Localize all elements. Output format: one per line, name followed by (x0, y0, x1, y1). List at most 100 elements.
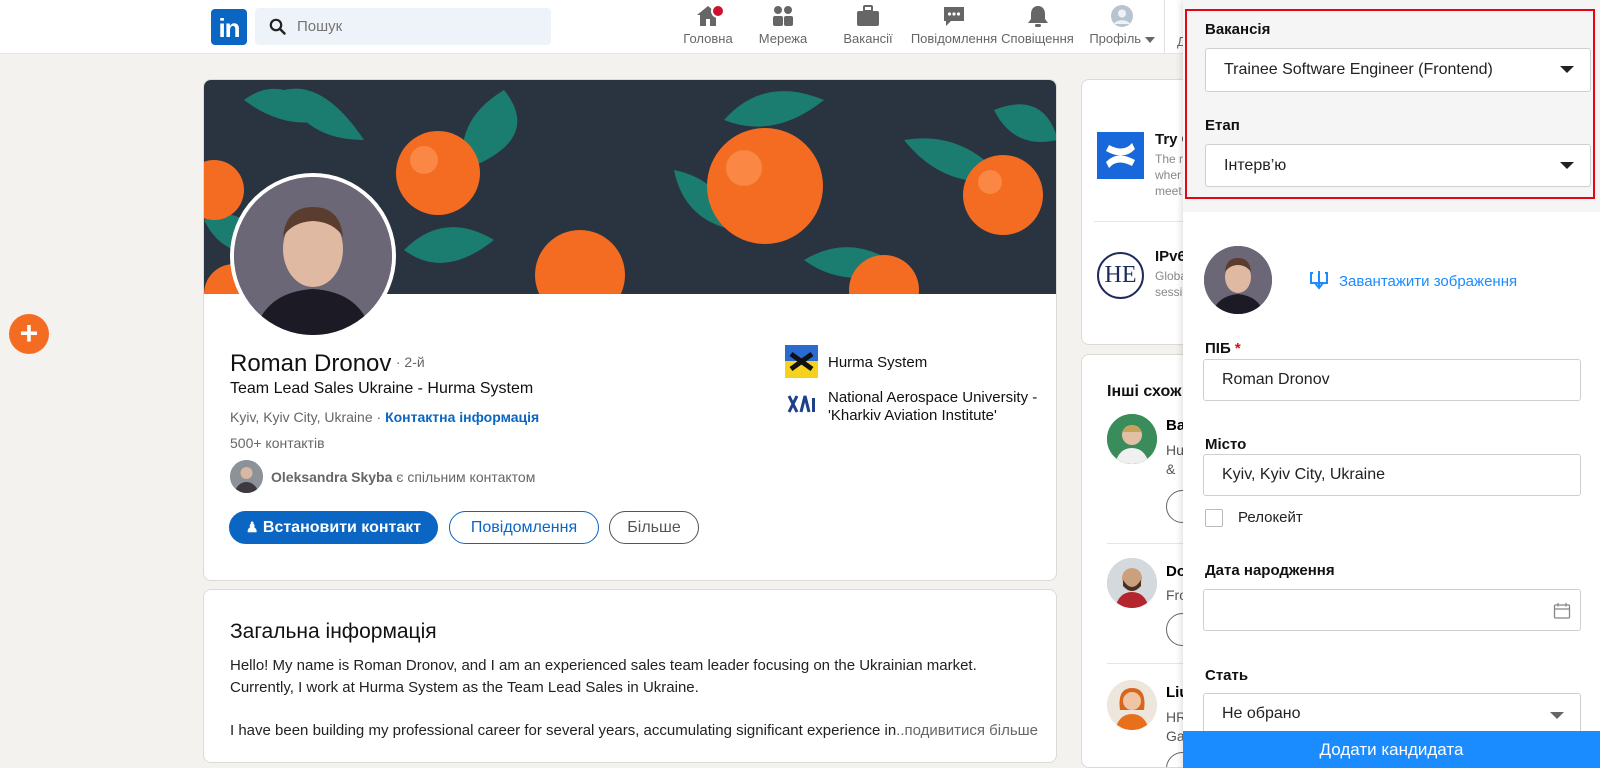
plus-icon: + (19, 315, 39, 351)
nav-messaging-label: Повідомлення (910, 31, 998, 46)
similar-3-photo (1107, 680, 1157, 730)
confluence-icon (1106, 143, 1135, 168)
search-input[interactable] (297, 8, 537, 45)
nav-notifications[interactable]: Сповіщення (1000, 4, 1075, 52)
profile-photo[interactable] (230, 173, 396, 339)
mutual-contact-name: Oleksandra Skyba (271, 469, 393, 485)
relocate-checkbox[interactable] (1205, 509, 1223, 527)
mutual-contact-avatar[interactable] (230, 460, 263, 493)
similar-3-avatar[interactable] (1107, 680, 1157, 730)
add-candidate-button[interactable]: Додати кандидата (1183, 731, 1600, 768)
profile-name: Roman Dronov (230, 350, 392, 377)
company-hurma[interactable]: Hurma System (828, 354, 927, 371)
nav-home-label: Головна (683, 31, 733, 46)
stage-select-value: Інтерв’ю (1224, 157, 1287, 174)
ipv6-logo-mark: HE (1104, 262, 1137, 288)
connect-button[interactable]: ♟ Встановити контакт (229, 511, 438, 544)
upload-image-button[interactable]: Завантажити зображення (1309, 269, 1517, 291)
about-card: Загальна інформація Hello! My name is Ro… (203, 589, 1057, 763)
similar-2-avatar[interactable] (1107, 558, 1157, 608)
mutual-contact-photo (230, 460, 263, 493)
notification-dot (711, 4, 725, 18)
nav-messaging[interactable]: Повідомлення (908, 4, 1000, 52)
calendar-icon[interactable] (1553, 602, 1571, 620)
about-paragraph-1: Hello! My name is Roman Dronov, and I am… (230, 657, 977, 696)
gender-label: Стать (1205, 667, 1249, 684)
name-input[interactable]: Roman Dronov (1203, 359, 1581, 401)
about-title: Загальна інформація (230, 620, 437, 643)
hurma-logo-mark (785, 345, 818, 378)
see-more-link[interactable]: ...подивитися більше (892, 720, 1038, 742)
profile-location-row: Kyiv, Kyiv City, Ukraine · Контактна інф… (230, 409, 539, 425)
university-logo-mark (787, 395, 815, 413)
vacancy-select-value: Trainee Software Engineer (Frontend) (1224, 61, 1493, 78)
city-label: Місто (1205, 436, 1247, 453)
mutual-contact-text[interactable]: Oleksandra Skyba є спільним контактом (271, 469, 535, 485)
vacancy-dropdown-icon (1560, 66, 1574, 73)
connections-count[interactable]: 500+ контактів (230, 435, 325, 451)
city-input[interactable]: Kyiv, Kyiv City, Ukraine (1203, 454, 1581, 496)
upload-image-label: Завантажити зображення (1339, 273, 1518, 290)
briefcase-icon (857, 5, 879, 26)
profile-name-row: Roman Dronov · 2-й (230, 350, 425, 378)
university-logo[interactable] (787, 392, 817, 418)
stage-dropdown-icon (1560, 162, 1574, 169)
nav-network-label: Мережа (758, 31, 808, 46)
nav-home[interactable]: Головна (673, 4, 743, 52)
more-button[interactable]: Більше (609, 511, 699, 544)
relocate-label: Релокейт (1238, 509, 1303, 526)
candidate-photo (1204, 246, 1272, 314)
add-person-icon: ♟ (245, 519, 259, 535)
download-icon (1310, 271, 1328, 290)
nav-profile-label: Профіль (1082, 31, 1162, 46)
name-label: ПІБ * (1205, 340, 1241, 357)
vacancy-label: Вакансія (1205, 21, 1271, 38)
linkedin-logo[interactable]: in (211, 9, 247, 45)
profile-card: Roman Dronov · 2-й Team Lead Sales Ukrai… (203, 79, 1057, 581)
profile-photo-image (234, 177, 392, 335)
similar-1-avatar[interactable] (1107, 414, 1157, 464)
candidate-photo-image (1204, 246, 1272, 314)
nav-jobs-label: Вакансії (843, 31, 893, 46)
ipv6-logo[interactable]: HE (1097, 252, 1144, 299)
similar-2-photo (1107, 558, 1157, 608)
nav-network[interactable]: Мережа (748, 4, 818, 52)
about-paragraph-2-text: I have been building my professional car… (230, 722, 897, 739)
gender-select-value: Не обрано (1222, 705, 1301, 722)
add-candidate-panel: Вакансія Trainee Software Engineer (Fron… (1183, 0, 1600, 768)
about-paragraph-2: I have been building my professional car… (230, 720, 1038, 742)
caret-down-icon (1144, 36, 1155, 43)
company-university[interactable]: National Aerospace University -'Kharkiv … (828, 389, 1043, 425)
nav-jobs[interactable]: Вакансії (833, 4, 903, 52)
contact-info-link[interactable]: Контактна інформація (385, 409, 539, 425)
ad-2-title[interactable]: IPv6 (1155, 248, 1186, 265)
birth-date-label: Дата народження (1205, 562, 1335, 579)
nav-profile[interactable]: Профіль (1082, 4, 1162, 52)
stage-label: Етап (1205, 117, 1240, 134)
similar-title: Інші схож (1107, 383, 1182, 400)
hurma-logo[interactable] (785, 345, 818, 378)
search-icon (269, 18, 286, 35)
connection-degree: · 2-й (395, 354, 425, 370)
profile-location: Kyiv, Kyiv City, Ukraine · (230, 409, 382, 425)
nav-notifications-label: Сповіщення (1001, 31, 1074, 46)
stage-select[interactable]: Інтерв’ю (1205, 144, 1591, 187)
vacancy-select[interactable]: Trainee Software Engineer (Frontend) (1205, 48, 1591, 92)
similar-1-desc: Hu & (1166, 442, 1184, 477)
mutual-contact-suffix: є спільним контактом (396, 469, 536, 485)
required-mark: * (1234, 340, 1241, 357)
birth-date-input[interactable] (1203, 589, 1581, 631)
chat-icon (944, 7, 964, 26)
nav-divider (1164, 0, 1165, 54)
profile-headline: Team Lead Sales Ukraine - Hurma System (230, 380, 534, 397)
add-fab-button[interactable]: + (9, 314, 49, 354)
people-icon (773, 6, 793, 26)
confluence-logo[interactable] (1097, 132, 1144, 179)
similar-1-photo (1107, 414, 1157, 464)
bell-icon (1027, 6, 1048, 27)
search-box[interactable] (255, 8, 551, 45)
gender-select[interactable]: Не обрано (1203, 693, 1581, 735)
message-button[interactable]: Повідомлення (449, 511, 599, 544)
user-avatar-icon (1111, 5, 1133, 27)
connect-button-label: Встановити контакт (262, 519, 422, 536)
